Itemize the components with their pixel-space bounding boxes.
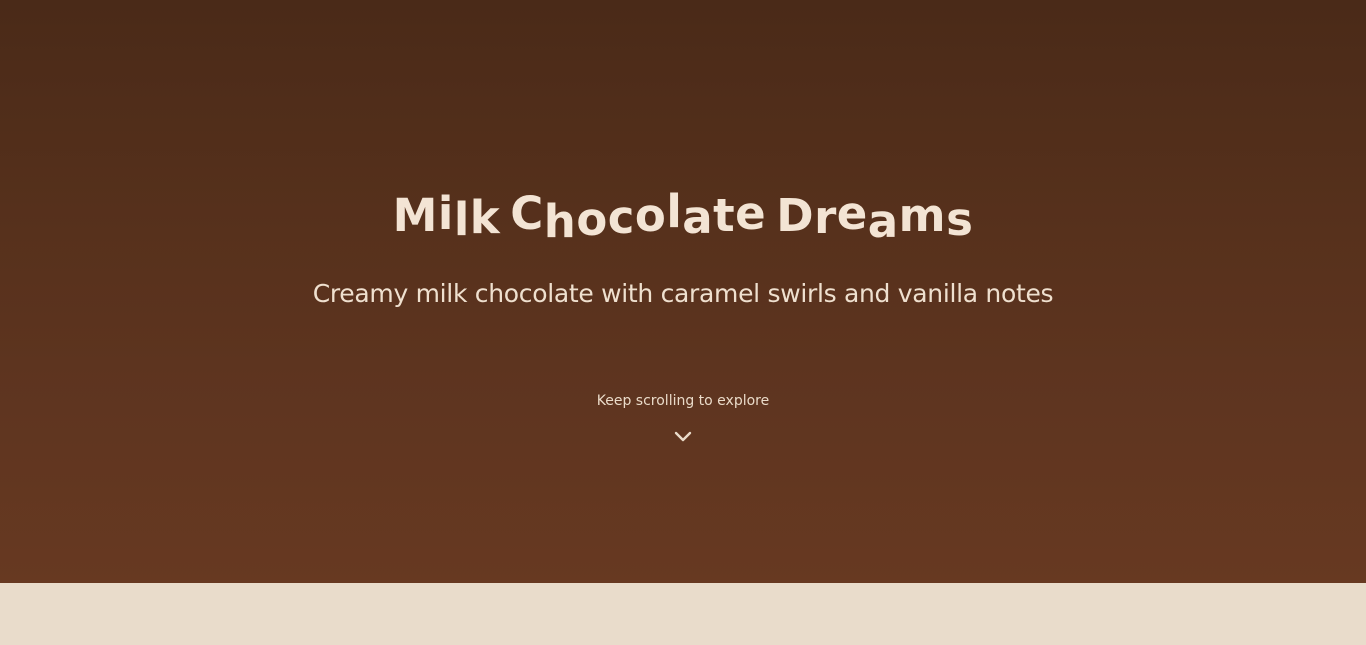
- hero-title-letter: e: [735, 187, 767, 240]
- hero-title-letter: a: [867, 195, 899, 248]
- hero-title-letter: h: [543, 195, 577, 248]
- hero-title: Milk Chocolate Dreams: [0, 185, 1366, 248]
- page: Milk Chocolate Dreams Creamy milk chocolat…: [0, 0, 1366, 645]
- hero-title-letter: c: [607, 191, 635, 244]
- hero-title-letter: o: [576, 193, 608, 246]
- hero-title-letter: t: [713, 189, 736, 242]
- hero-title-letter: r: [814, 191, 837, 244]
- hero-title-letter: m: [898, 189, 947, 242]
- hero-title-letter: a: [682, 191, 714, 244]
- hero-title-letter: C: [510, 187, 544, 240]
- hero-title-letter: e: [836, 187, 868, 240]
- hero-title-letter: l: [666, 185, 683, 238]
- hero-title-word: Dreams: [776, 186, 973, 248]
- hero-title-word: Milk: [393, 186, 501, 246]
- hero-title-letter: i: [437, 187, 454, 240]
- scroll-hint-text[interactable]: Keep scrolling to explore: [0, 390, 1366, 412]
- chevron-down-icon[interactable]: [673, 430, 693, 444]
- hero-title-letter: s: [946, 193, 974, 246]
- hero-section: Milk Chocolate Dreams Creamy milk chocolat…: [0, 0, 1366, 583]
- hero-title-letter: M: [392, 189, 438, 242]
- hero-title-letter: D: [776, 189, 815, 242]
- hero-title-word: Chocolate: [510, 185, 767, 248]
- hero-title-letter: l: [453, 193, 470, 246]
- hero-title-letter: k: [469, 191, 501, 244]
- next-section: [0, 583, 1366, 645]
- hero-subtitle: Creamy milk chocolate with caramel swirl…: [312, 279, 1054, 308]
- hero-title-letter: o: [634, 189, 667, 242]
